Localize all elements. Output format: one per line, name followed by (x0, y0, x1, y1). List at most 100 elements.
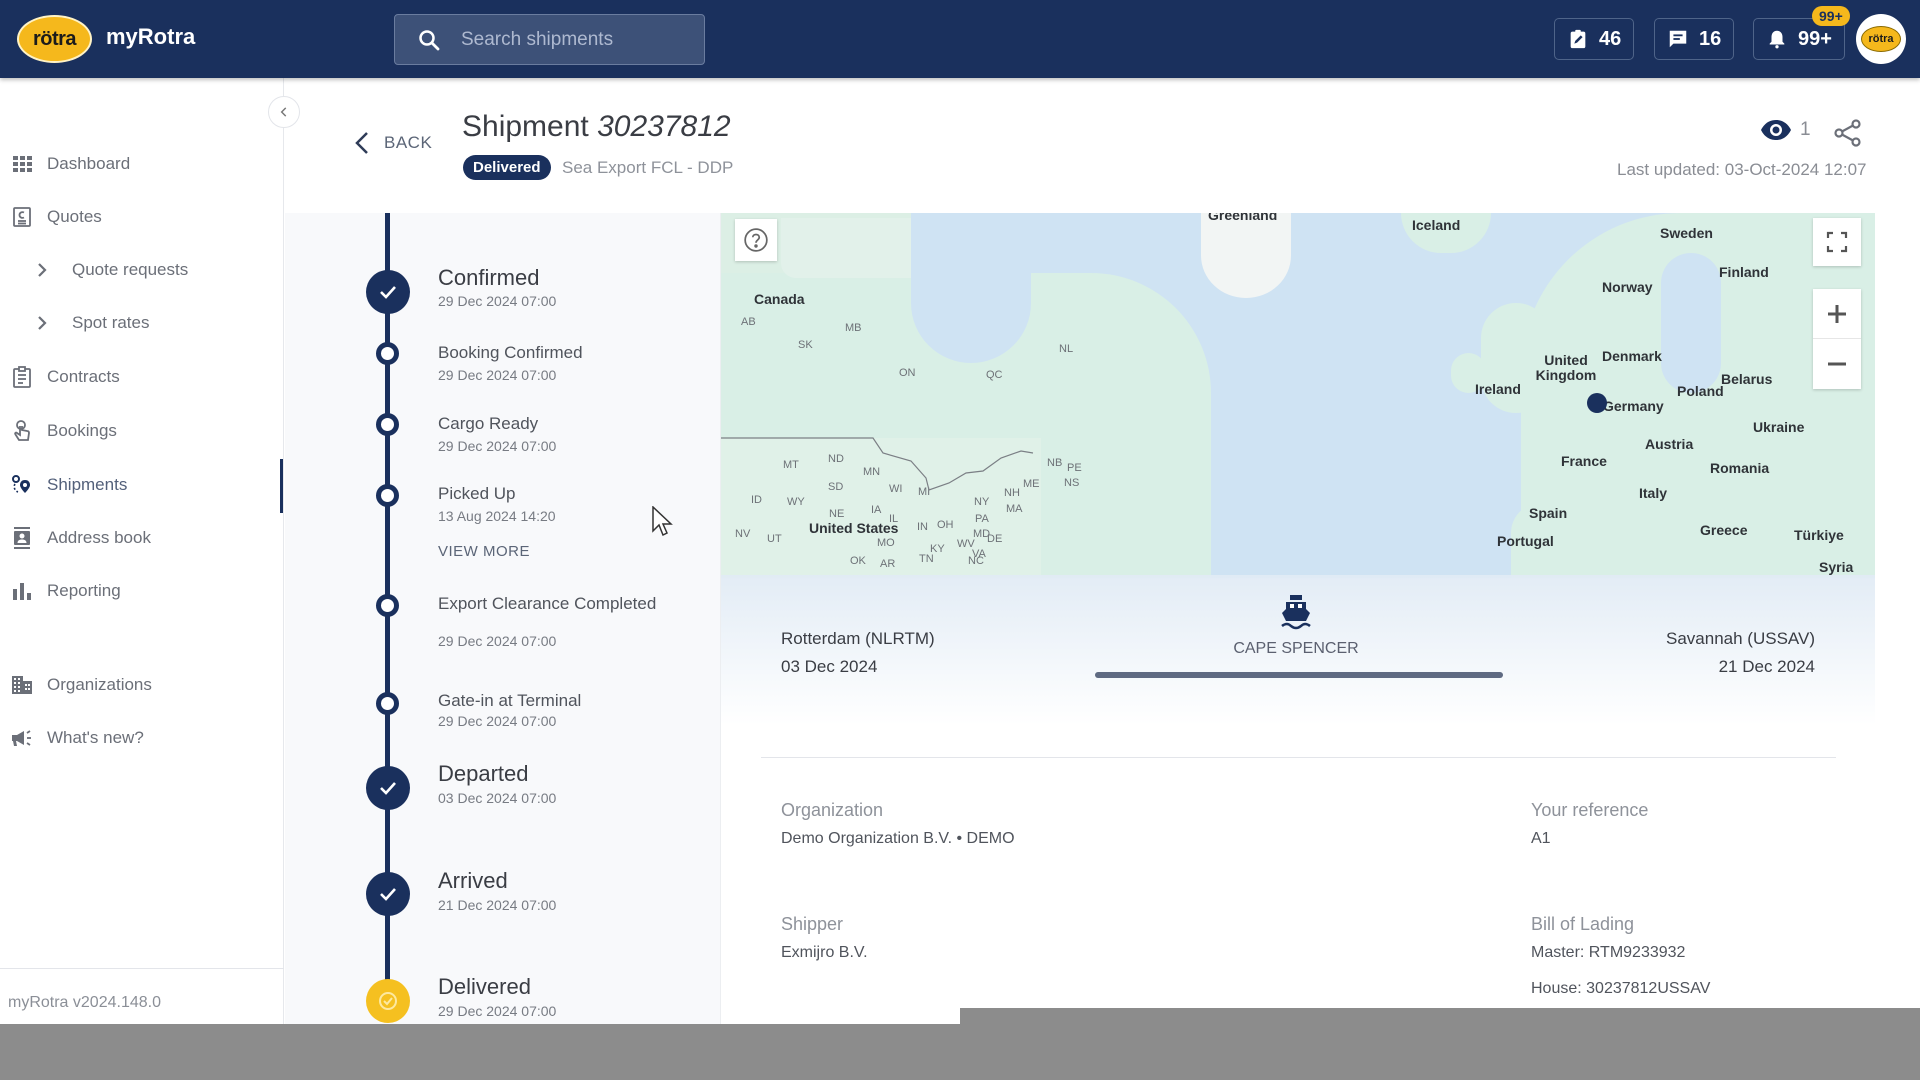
fullscreen-button[interactable] (1813, 218, 1861, 266)
sidebar-item-contracts[interactable]: Contracts (0, 355, 284, 399)
viewers-count: 1 (1800, 119, 1811, 140)
route-origin: Rotterdam (NLRTM) 03 Dec 2024 (781, 625, 935, 681)
event-label: Gate-in at Terminal (438, 691, 582, 710)
sidebar-item-quotes[interactable]: Quotes (0, 195, 284, 239)
route-summary: Rotterdam (NLRTM) 03 Dec 2024 CAPE SPENC… (721, 575, 1875, 725)
map-label-turkiye: Türkiye (1794, 527, 1844, 543)
ship-icon (1281, 595, 1311, 630)
reference-label: Your reference (1531, 800, 1649, 820)
map-state-label-on: ON (899, 367, 916, 379)
chevron-right-icon (30, 258, 54, 282)
voyage-progress-track (1095, 672, 1503, 678)
map-label-syria: Syria (1819, 559, 1854, 575)
sidebar-item-whats-new[interactable]: What's new? (0, 716, 284, 760)
map-state-label-mb: MB (845, 322, 862, 334)
map-state-label-ab: AB (741, 316, 756, 328)
map-help-button[interactable] (735, 219, 777, 261)
voyage-progress-fill (1095, 672, 1503, 678)
sidebar-item-bookings[interactable]: Bookings (0, 409, 284, 453)
details-divider (761, 757, 1836, 758)
back-button[interactable]: BACK (352, 130, 432, 156)
search-box[interactable] (394, 14, 705, 65)
sidebar: Dashboard Quotes Quote requests Spot rat… (0, 78, 284, 1024)
sidebar-label: Address book (47, 528, 151, 547)
bill-of-lading-label: Bill of Lading (1531, 914, 1635, 934)
sidebar-item-reporting[interactable]: Reporting (0, 569, 284, 613)
map-label-denmark: Denmark (1602, 348, 1662, 364)
map-label-united-kingdom: United Kingdom (1535, 352, 1597, 383)
minus-icon (1828, 362, 1846, 366)
reference-value: A1 (1531, 830, 1551, 847)
shipment-number: 30237812 (597, 110, 731, 143)
sidebar-divider (0, 968, 284, 969)
search-icon (419, 29, 440, 50)
step-circle-icon (376, 484, 399, 507)
bar-chart-icon (10, 579, 34, 603)
contact-card-icon (10, 526, 34, 550)
check-circle-icon (366, 872, 410, 916)
event-label: Confirmed (438, 265, 540, 290)
event-label: Delivered (438, 974, 531, 999)
shipment-map[interactable]: Greenland Iceland Canada United States S… (721, 213, 1875, 578)
shipment-type: Sea Export FCL - DDP (562, 158, 734, 177)
event-date: 29 Dec 2024 07:00 (438, 713, 557, 729)
bill-of-lading-master: Master: RTM9233932 (1531, 944, 1686, 961)
search-input[interactable] (461, 28, 671, 51)
event-date: 29 Dec 2024 07:00 (438, 438, 557, 454)
bottom-overlay-right (960, 1008, 1920, 1080)
event-label: Picked Up (438, 484, 516, 503)
user-avatar[interactable]: rötra (1856, 14, 1906, 64)
map-state-label-qc: QC (986, 369, 1003, 381)
event-date: 03 Dec 2024 07:00 (438, 790, 557, 806)
messages-button[interactable]: 16 (1654, 18, 1735, 60)
map-label-france: France (1561, 453, 1607, 469)
quote-document-icon (10, 205, 34, 229)
view-more-link[interactable]: VIEW MORE (438, 543, 530, 560)
sidebar-label: Bookings (47, 421, 117, 440)
step-circle-icon (376, 594, 399, 617)
sidebar-label: Quotes (47, 207, 102, 226)
collapse-sidebar-button[interactable] (268, 96, 300, 128)
sidebar-item-spot-rates[interactable]: Spot rates (0, 301, 284, 345)
organization-label: Organization (781, 800, 884, 820)
rotra-logo[interactable]: rötra (17, 15, 92, 63)
map-label-greenland: Greenland (1208, 213, 1278, 223)
map-state-label-nc: NC (968, 555, 984, 567)
shipment-timeline: Confirmed 29 Dec 2024 07:00 Booking Conf… (285, 213, 721, 1024)
top-bar: rötra myRotra 46 16 99+ rötra (0, 0, 1920, 78)
zoom-out-button[interactable] (1813, 339, 1861, 389)
event-label: Arrived (438, 868, 508, 893)
avatar-logo-text: rötra (1861, 26, 1901, 52)
map-label-finland: Finland (1719, 264, 1769, 280)
map-hudson-bay (911, 213, 1031, 363)
fullscreen-icon (1826, 231, 1848, 253)
clipboard-icon (10, 365, 34, 389)
sidebar-item-quote-requests[interactable]: Quote requests (0, 248, 284, 292)
map-label-portugal: Portugal (1497, 533, 1554, 549)
map-state-label-nv: NV (735, 528, 751, 540)
map-land-greenland (1201, 213, 1291, 298)
map-label-ukraine: Ukraine (1753, 419, 1805, 435)
sidebar-item-organizations[interactable]: Organizations (0, 663, 284, 707)
zoom-in-button[interactable] (1813, 289, 1861, 339)
step-circle-icon (376, 342, 399, 365)
sidebar-item-address-book[interactable]: Address book (0, 516, 284, 560)
sidebar-item-shipments[interactable]: Shipments (0, 463, 284, 507)
map-border-line (721, 437, 1034, 491)
tasks-count: 46 (1599, 27, 1622, 50)
back-label: BACK (384, 133, 433, 152)
share-icon[interactable] (1833, 118, 1863, 148)
app-name: myRotra (106, 24, 196, 49)
tasks-button[interactable]: 46 (1554, 18, 1635, 60)
grid-icon (10, 152, 34, 176)
bottom-overlay-left (0, 1024, 960, 1080)
map-state-label-ar: AR (880, 558, 896, 570)
event-date: 13 Aug 2024 14:20 (438, 508, 556, 524)
viewers-indicator[interactable]: 1 (1760, 118, 1811, 142)
plus-icon (1828, 304, 1846, 323)
port-marker-rotterdam[interactable] (1587, 393, 1607, 413)
hand-pointer-icon (10, 419, 34, 443)
sidebar-item-dashboard[interactable]: Dashboard (0, 142, 284, 186)
map-label-iceland: Iceland (1412, 217, 1461, 233)
origin-date: 03 Dec 2024 (781, 657, 878, 676)
